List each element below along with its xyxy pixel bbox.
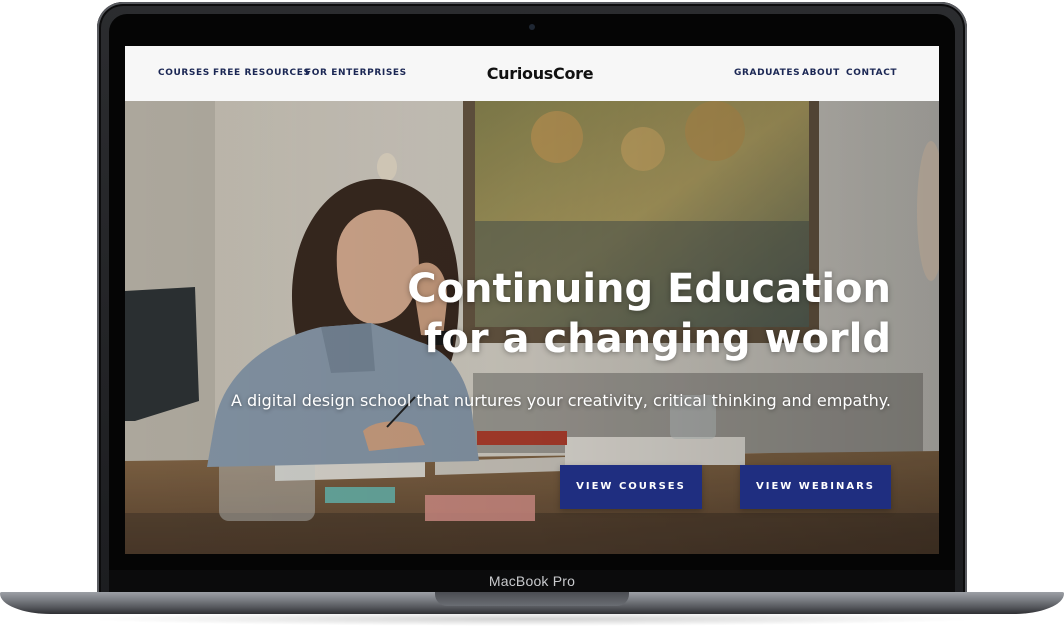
website-screen: COURSES FREE RESOURCES FOR ENTERPRISES C… bbox=[125, 46, 939, 554]
nav-link-for-enterprises[interactable]: FOR ENTERPRISES bbox=[305, 46, 407, 101]
laptop-shadow bbox=[80, 612, 984, 626]
hero-title-line-1: Continuing Education bbox=[407, 265, 891, 312]
site-logo[interactable]: CuriousCore bbox=[425, 46, 655, 101]
view-webinars-button[interactable]: VIEW WEBINARS bbox=[740, 465, 891, 509]
hero-subtitle: A digital design school that nurtures yo… bbox=[230, 391, 891, 410]
laptop-opening-notch bbox=[435, 592, 629, 606]
device-model-label: MacBook Pro bbox=[488, 573, 576, 589]
hero-section: Continuing Education for a changing worl… bbox=[125, 101, 939, 554]
view-courses-button[interactable]: VIEW COURSES bbox=[560, 465, 702, 509]
hero-title-line-2: for a changing world bbox=[424, 315, 891, 362]
nav-link-free-resources[interactable]: FREE RESOURCES bbox=[213, 46, 311, 101]
camera-icon bbox=[529, 24, 535, 30]
hero-title: Continuing Education for a changing worl… bbox=[371, 264, 891, 364]
nav-link-courses[interactable]: COURSES bbox=[158, 46, 210, 101]
laptop-mockup: MacBook Pro COURSES FREE RESOURCES FOR E… bbox=[0, 0, 1064, 636]
site-header: COURSES FREE RESOURCES FOR ENTERPRISES C… bbox=[125, 46, 939, 101]
nav-link-graduates[interactable]: GRADUATES bbox=[734, 46, 800, 101]
nav-link-about[interactable]: ABOUT bbox=[802, 46, 840, 101]
nav-link-contact[interactable]: CONTACT bbox=[846, 46, 897, 101]
